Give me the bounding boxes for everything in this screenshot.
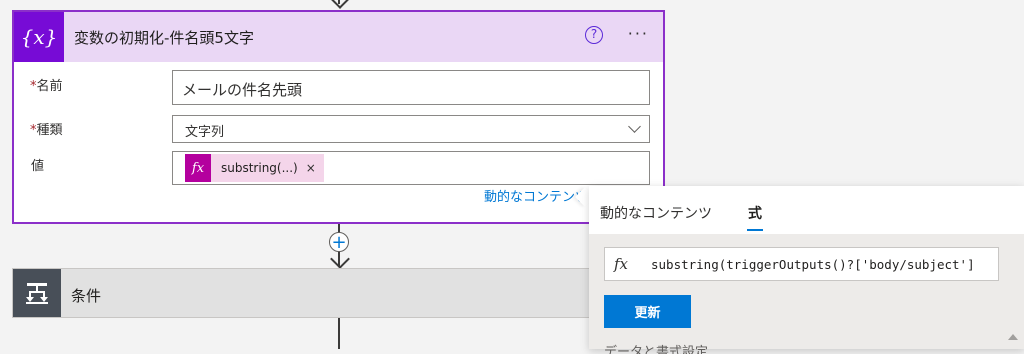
help-icon[interactable]: ? [585, 26, 603, 44]
token-label: substring(...) [221, 161, 298, 175]
variable-icon: {x} [14, 12, 64, 62]
dynamic-content-link[interactable]: 動的なコンテンツ [484, 186, 588, 205]
type-label-text: 種類 [36, 123, 63, 138]
dynamic-content-popup: 動的なコンテンツ 式 fx substring(triggerOutputs()… [589, 186, 1024, 354]
arrow-down-icon [330, 0, 350, 9]
tab-dynamic-content[interactable]: 動的なコンテンツ [600, 203, 712, 223]
connector-line-bottom [338, 318, 340, 349]
active-tab-indicator [747, 229, 763, 231]
name-label: *名前 [30, 75, 63, 94]
condition-card[interactable]: 条件 [12, 268, 612, 318]
tab-expression[interactable]: 式 [748, 203, 762, 223]
condition-title[interactable]: 条件 [71, 285, 101, 306]
more-options-icon[interactable]: ··· [628, 24, 649, 43]
initialize-variable-card[interactable]: {x} 変数の初期化-件名頭5文字 ? ··· *名前 メールの件名先頭 *種類… [12, 10, 665, 224]
condition-icon [13, 269, 61, 317]
section-heading: データと書式設定 [604, 345, 709, 354]
value-field[interactable]: fx substring(...) × [172, 151, 650, 185]
type-label: *種類 [30, 119, 63, 138]
function-icon: fx [614, 255, 629, 273]
expression-text: substring(triggerOutputs()?['body/subjec… [651, 257, 975, 272]
remove-token-icon[interactable]: × [306, 161, 316, 175]
value-label: 値 [31, 159, 45, 174]
function-icon: fx [185, 154, 211, 182]
expression-token[interactable]: fx substring(...) × [185, 154, 324, 182]
type-select-value: 文字列 [185, 125, 225, 140]
update-button[interactable]: 更新 [604, 295, 691, 328]
type-select[interactable]: 文字列 [172, 115, 650, 143]
expression-panel: fx substring(triggerOutputs()?['body/sub… [589, 234, 1024, 354]
scroll-up-icon[interactable] [1008, 334, 1018, 340]
card-header[interactable]: {x} 変数の初期化-件名頭5文字 ? ··· [14, 12, 663, 62]
chevron-down-icon [628, 120, 641, 133]
name-field[interactable]: メールの件名先頭 [172, 70, 650, 105]
card-title[interactable]: 変数の初期化-件名頭5文字 [74, 27, 254, 48]
expression-input[interactable]: fx substring(triggerOutputs()?['body/sub… [604, 247, 999, 281]
add-step-button[interactable]: + [329, 232, 349, 252]
name-label-text: 名前 [36, 79, 63, 94]
